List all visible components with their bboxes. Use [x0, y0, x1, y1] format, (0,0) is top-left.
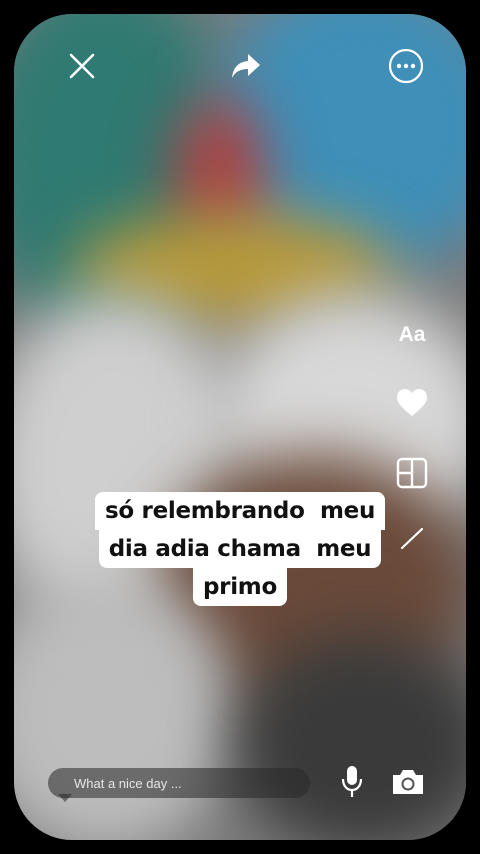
input-bubble-tail: [58, 794, 72, 802]
camera-button[interactable]: [388, 766, 428, 798]
microphone-button[interactable]: [338, 764, 366, 800]
blurred-photo-background: [14, 14, 466, 840]
caption-sticker[interactable]: só relembrando meu dia adia chama meu pr…: [14, 492, 466, 606]
message-input[interactable]: What a nice day ...: [48, 768, 310, 798]
layout-button[interactable]: [394, 455, 430, 491]
like-button[interactable]: [394, 385, 430, 421]
caption-line: dia adia chama meu: [98, 530, 382, 568]
more-options-button[interactable]: [388, 48, 424, 84]
caption-line: só relembrando meu: [94, 492, 386, 530]
close-button[interactable]: [64, 48, 100, 84]
share-arrow-icon: [232, 54, 260, 78]
share-button[interactable]: [228, 48, 264, 84]
close-icon: [69, 53, 95, 79]
camera-icon: [393, 770, 423, 794]
layout-grid-icon: [396, 457, 428, 489]
more-options-icon: [388, 48, 424, 84]
heart-icon: [397, 389, 427, 416]
caption-line: primo: [193, 568, 287, 606]
story-editor: Aa só relembrando meu dia adia chama meu…: [14, 14, 466, 840]
text-tool-button[interactable]: Aa: [394, 319, 430, 351]
microphone-icon: [341, 766, 363, 797]
